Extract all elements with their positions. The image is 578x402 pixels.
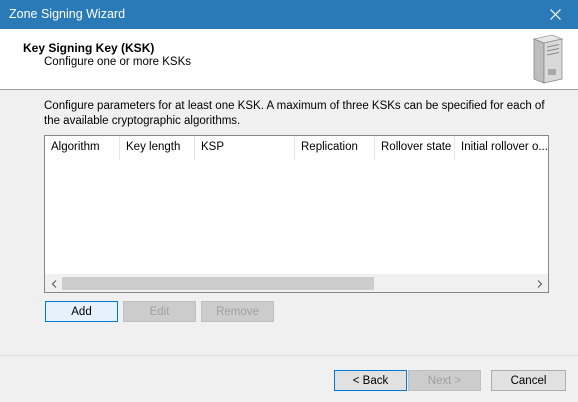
column-header-algorithm[interactable]: Algorithm [45, 136, 120, 160]
title-bar: Zone Signing Wizard [0, 0, 578, 29]
scroll-left-button[interactable] [45, 275, 62, 292]
column-header-ksp[interactable]: KSP [195, 136, 295, 160]
cancel-button[interactable]: Cancel [491, 370, 566, 391]
page-title: Key Signing Key (KSK) [23, 41, 155, 55]
page-subtitle: Configure one or more KSKs [44, 56, 192, 68]
column-header-rollover-state[interactable]: Rollover state [375, 136, 455, 160]
footer-divider [0, 355, 578, 356]
wizard-header: Key Signing Key (KSK) Configure one or m… [0, 29, 578, 90]
scroll-right-button[interactable] [531, 275, 548, 292]
back-button[interactable]: < Back [334, 370, 407, 391]
ksk-list[interactable]: Algorithm Key length KSP Replication Rol… [44, 135, 549, 293]
instructions-text: Configure parameters for at least one KS… [44, 100, 545, 127]
column-header-key-length[interactable]: Key length [120, 136, 195, 160]
add-button[interactable]: Add [45, 301, 118, 322]
horizontal-scrollbar[interactable] [45, 274, 548, 292]
column-header-replication[interactable]: Replication [295, 136, 375, 160]
next-button[interactable]: Next > [408, 370, 481, 391]
edit-button[interactable]: Edit [123, 301, 196, 322]
close-icon [549, 9, 561, 20]
window-title: Zone Signing Wizard [9, 7, 126, 21]
chevron-right-icon [537, 279, 542, 288]
chevron-left-icon [51, 279, 56, 288]
server-icon [532, 34, 564, 84]
column-header-initial-rollover[interactable]: Initial rollover o... [455, 136, 548, 160]
close-button[interactable] [532, 0, 578, 29]
scrollbar-thumb[interactable] [62, 277, 374, 290]
list-header: Algorithm Key length KSP Replication Rol… [45, 136, 548, 160]
zone-signing-wizard-window: Zone Signing Wizard Key Signing Key (KSK… [0, 0, 578, 402]
remove-button[interactable]: Remove [201, 301, 274, 322]
